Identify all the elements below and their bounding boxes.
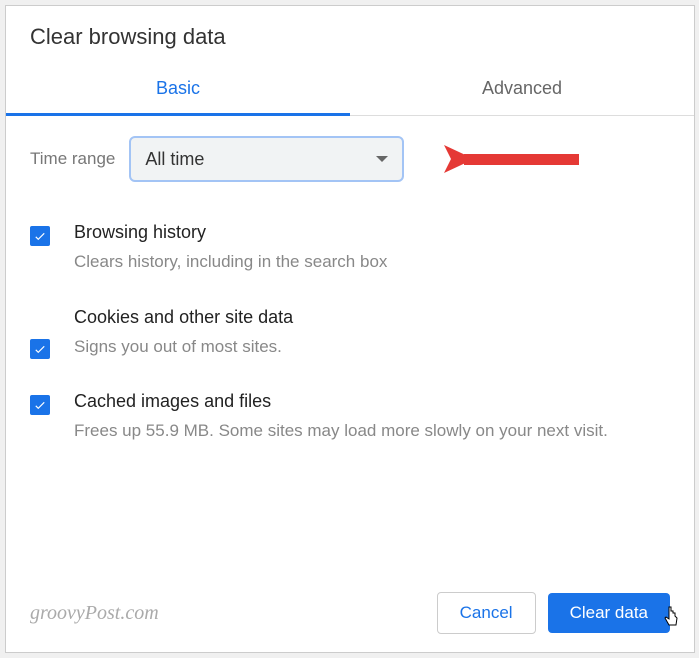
checkbox-browsing-history[interactable] — [30, 226, 50, 246]
tab-advanced[interactable]: Advanced — [350, 62, 694, 115]
option-text: Cached images and files Frees up 55.9 MB… — [74, 391, 608, 444]
button-row: Cancel Clear data — [437, 592, 670, 634]
option-browsing-history: Browsing history Clears history, includi… — [30, 222, 670, 275]
checkbox-cookies[interactable] — [30, 339, 50, 359]
option-title: Browsing history — [74, 222, 387, 243]
time-range-label: Time range — [30, 149, 115, 169]
chevron-down-icon — [376, 156, 388, 162]
clear-browsing-data-dialog: Clear browsing data Basic Advanced Time … — [5, 5, 695, 653]
option-desc: Clears history, including in the search … — [74, 249, 387, 275]
tab-basic[interactable]: Basic — [6, 62, 350, 115]
clear-data-button[interactable]: Clear data — [548, 593, 670, 633]
option-cookies: Cookies and other site data Signs you ou… — [30, 307, 670, 360]
pointer-cursor-icon — [662, 605, 682, 634]
option-cache: Cached images and files Frees up 55.9 MB… — [30, 391, 670, 444]
checkmark-icon — [33, 398, 47, 412]
watermark: groovyPost.com — [30, 602, 159, 625]
option-text: Browsing history Clears history, includi… — [74, 222, 387, 275]
option-text: Cookies and other site data Signs you ou… — [74, 307, 293, 360]
dialog-title: Clear browsing data — [6, 6, 694, 62]
option-desc: Signs you out of most sites. — [74, 334, 293, 360]
tab-bar: Basic Advanced — [6, 62, 694, 116]
checkmark-icon — [33, 342, 47, 356]
cancel-button[interactable]: Cancel — [437, 592, 536, 634]
time-range-dropdown[interactable]: All time — [129, 136, 404, 182]
checkbox-cache[interactable] — [30, 395, 50, 415]
dialog-footer: groovyPost.com Cancel Clear data — [6, 580, 694, 652]
time-range-value: All time — [145, 149, 204, 170]
option-desc: Frees up 55.9 MB. Some sites may load mo… — [74, 418, 608, 444]
option-title: Cookies and other site data — [74, 307, 293, 328]
checkmark-icon — [33, 229, 47, 243]
option-title: Cached images and files — [74, 391, 608, 412]
dialog-content: Time range All time Browsing — [6, 116, 694, 580]
red-arrow-annotation — [434, 134, 594, 189]
